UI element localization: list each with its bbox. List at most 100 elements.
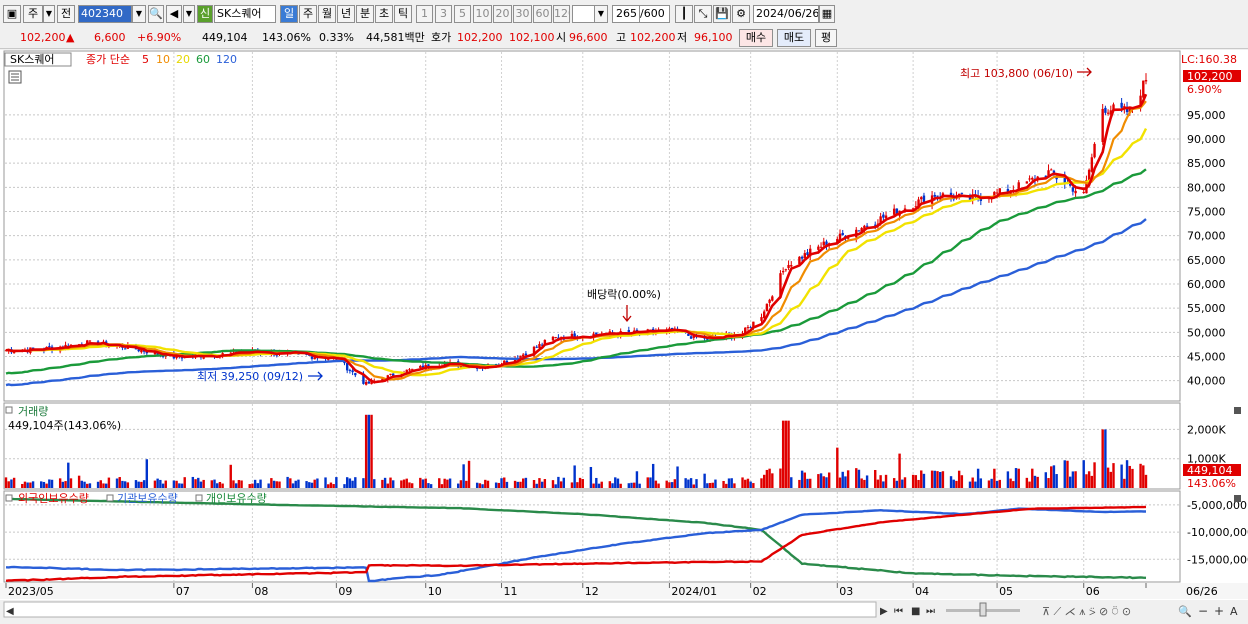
date-input[interactable]: 2024/06/26	[753, 5, 819, 23]
price-tick-label: 75,000	[1187, 206, 1226, 219]
volume-bar	[995, 480, 999, 488]
volume-close-icon[interactable]	[1234, 407, 1241, 414]
candle-body	[790, 265, 793, 267]
volume-panel-menu-icon[interactable]	[5, 406, 13, 414]
draw-tool-icon[interactable]: ⤡	[694, 5, 712, 23]
avg-button[interactable]: 평	[815, 29, 837, 47]
candle-body	[936, 195, 939, 197]
period-minute-button[interactable]: 분	[356, 5, 374, 23]
zoom-out-icon[interactable]: −	[1198, 604, 1208, 618]
volume-bar	[535, 483, 538, 488]
interval-10-button[interactable]: 10	[473, 5, 492, 23]
volume-bar	[711, 482, 714, 488]
stock-code-input[interactable]: 402340	[78, 5, 132, 23]
volume-bar	[516, 481, 519, 488]
volume-bar	[614, 477, 617, 488]
x-tick-label: 04	[915, 585, 929, 598]
interval-20-button[interactable]: 20	[493, 5, 512, 23]
volume-bar	[478, 483, 482, 488]
volume-bar	[88, 483, 92, 488]
candle-body	[1104, 107, 1107, 113]
volume-bar	[844, 476, 847, 488]
horizontal-scrollbar[interactable]	[3, 601, 877, 618]
volume-bar	[408, 482, 411, 488]
period-month-button[interactable]: 월	[318, 5, 336, 23]
interval-5-button[interactable]: 5	[454, 5, 471, 23]
stock-name-field[interactable]: SK스퀘어	[214, 5, 276, 23]
period-year-button[interactable]: 년	[337, 5, 355, 23]
candle-body	[803, 253, 807, 258]
volume-bar	[199, 481, 203, 488]
speaker-dropdown-icon[interactable]: ▼	[183, 5, 195, 23]
volume-bar	[202, 479, 205, 488]
chevron-down-icon[interactable]: ▼	[43, 5, 55, 23]
volume-bar	[998, 479, 1001, 488]
holdings-panel-menu-icon[interactable]	[5, 494, 13, 502]
volume-bar	[746, 478, 750, 488]
interval-dropdown-icon[interactable]: ▼	[594, 5, 608, 23]
save-icon[interactable]: 💾	[713, 5, 731, 23]
chart-area[interactable]: -5,000,000 -10,000,000 -15,000,000 40,000 4…	[0, 50, 1248, 621]
volume-bar	[860, 478, 863, 488]
interval-30-button[interactable]: 30	[513, 5, 532, 23]
window-menu-icon[interactable]: ▣	[3, 5, 21, 23]
volume-bar	[310, 482, 314, 488]
volume-bar	[822, 476, 825, 488]
zoom-search-icon[interactable]: 🔍	[1178, 604, 1192, 618]
buy-button[interactable]: 매수	[739, 29, 773, 47]
period-tick-button[interactable]: 틱	[394, 5, 412, 23]
volume-bar	[817, 474, 820, 488]
volume-bar	[741, 477, 744, 488]
settings-icon[interactable]: ⚙	[732, 5, 750, 23]
interval-3-button[interactable]: 3	[435, 5, 452, 23]
volume-bar	[367, 414, 371, 488]
zoom-slider-thumb[interactable]	[979, 602, 987, 617]
interval-1-button[interactable]: 1	[416, 5, 433, 23]
volume-bar	[1050, 466, 1053, 488]
x-tick-label: 07	[176, 585, 190, 598]
period-second-button[interactable]: 초	[375, 5, 393, 23]
volume-bar	[354, 477, 357, 488]
volume-bar	[370, 414, 373, 488]
speaker-icon[interactable]: ◀	[166, 5, 182, 23]
legend-institution: 기관보유수량	[117, 492, 178, 505]
tool-icons[interactable]: ⊼ ⟋ ⋌ ⩚ ⍩ ⊘ ⍥ ⊙	[1042, 605, 1131, 618]
scroll-left-icon[interactable]: ◀	[6, 606, 14, 617]
legend-ma10: 10	[156, 53, 170, 66]
volume-bar	[884, 474, 888, 488]
rewind-icon[interactable]: ⏮	[894, 606, 903, 617]
calendar-icon[interactable]: ▦	[819, 5, 835, 23]
scroll-right-icon[interactable]: ▶	[880, 606, 888, 617]
price-panel-frame	[3, 50, 1181, 402]
period-day-button[interactable]: 일	[280, 5, 298, 23]
search-icon[interactable]: 🔍	[148, 5, 164, 23]
code-dropdown-icon[interactable]: ▼	[132, 5, 146, 23]
zoom-in-icon[interactable]: +	[1214, 604, 1224, 618]
holdings-close-icon[interactable]	[1234, 495, 1241, 502]
candle-body	[554, 337, 557, 339]
stock-chart[interactable]: -5,000,000-10,000,000-15,000,000 40,0004…	[0, 50, 1248, 621]
volume-bar	[825, 477, 828, 488]
volume-bar	[1014, 468, 1018, 488]
candle-body	[408, 369, 411, 371]
volume-bar	[920, 470, 923, 488]
volume-bar	[581, 479, 584, 488]
volume-bar	[846, 470, 850, 488]
period-week-button[interactable]: 주	[299, 5, 317, 23]
low-annotation: 최저 39,250 (09/12)	[197, 370, 303, 383]
volume-bar	[465, 480, 468, 488]
x-tick-label: 11	[504, 585, 518, 598]
sell-button[interactable]: 매도	[777, 29, 811, 47]
interval-60-button[interactable]: 60	[533, 5, 552, 23]
interval-120-button[interactable]: 120	[553, 5, 570, 23]
legend-ind-marker	[195, 494, 203, 502]
forward-icon[interactable]: ⏭	[926, 606, 935, 617]
candle-body	[1106, 112, 1110, 114]
period-code-select[interactable]: 주	[23, 5, 43, 23]
stop-icon[interactable]: ■	[911, 606, 920, 617]
count-input[interactable]: 265	[612, 5, 640, 23]
prev-button[interactable]: 전	[57, 5, 75, 23]
candle-type-icon[interactable]: ┃	[675, 5, 693, 23]
volume-bar	[955, 480, 958, 488]
font-size-icon[interactable]: A	[1230, 605, 1238, 618]
